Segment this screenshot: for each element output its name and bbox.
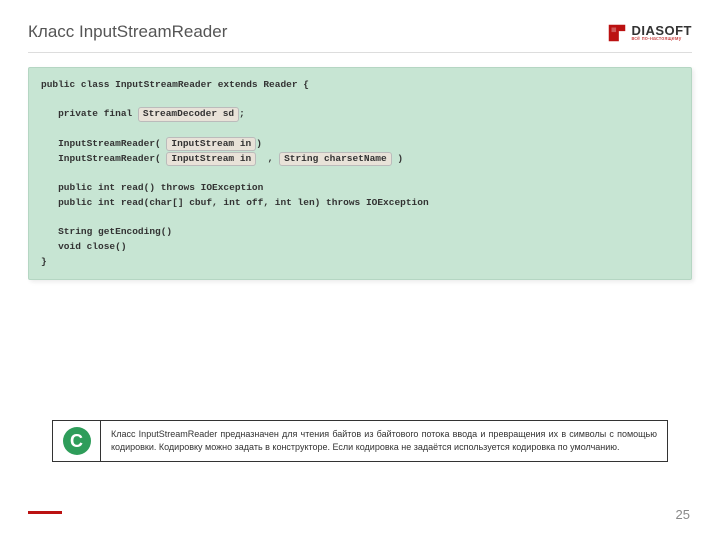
highlight-token: StreamDecoder sd: [138, 107, 239, 121]
note-c-icon: C: [63, 427, 91, 455]
note-text: Класс InputStreamReader предназначен для…: [101, 421, 667, 461]
code-line: private final: [41, 108, 138, 119]
code-line: public int read() throws IOException: [41, 182, 263, 193]
logo-tagline: всё по-настоящему: [631, 37, 692, 42]
code-line: }: [41, 256, 47, 267]
note-icon-cell: C: [53, 421, 101, 461]
logo-mark-icon: [606, 22, 628, 44]
code-block: public class InputStreamReader extends R…: [28, 67, 692, 280]
highlight-token: String charsetName: [279, 152, 392, 166]
highlight-token: InputStream in: [166, 152, 256, 166]
page-number: 25: [676, 507, 690, 522]
highlight-token: InputStream in: [166, 137, 256, 151]
code-line: public class InputStreamReader extends R…: [41, 79, 309, 90]
code-line: String getEncoding(): [41, 226, 172, 237]
note-box: C Класс InputStreamReader предназначен д…: [52, 420, 668, 462]
logo: DIASOFT всё по-настоящему: [606, 22, 692, 44]
footer-accent: [28, 511, 62, 514]
divider: [28, 52, 692, 53]
code-line: public int read(char[] cbuf, int off, in…: [41, 197, 429, 208]
code-line: InputStreamReader(: [41, 138, 166, 149]
header: Класс InputStreamReader DIASOFT всё по-н…: [0, 0, 720, 52]
code-line: void close(): [41, 241, 127, 252]
code-line: InputStreamReader(: [41, 153, 166, 164]
page-title: Класс InputStreamReader: [28, 22, 227, 42]
